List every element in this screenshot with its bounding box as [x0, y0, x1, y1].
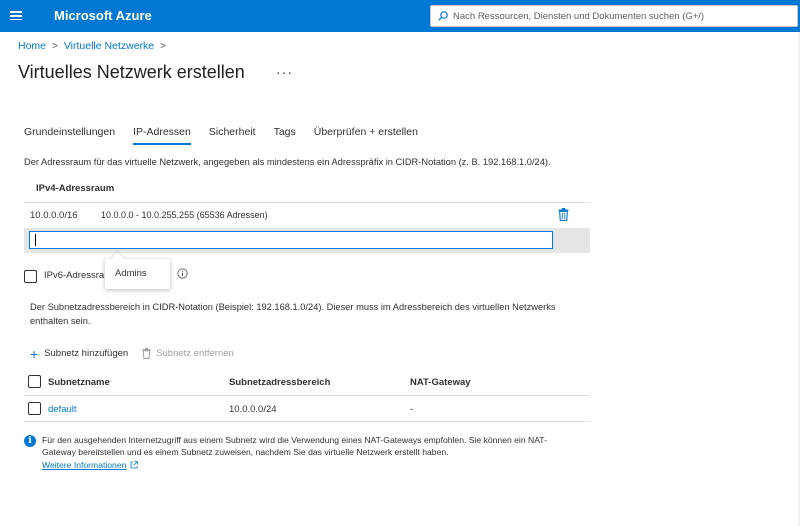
top-bar: Microsoft Azure	[0, 0, 800, 32]
column-header-nat-gateway[interactable]: NAT-Gateway	[410, 377, 471, 388]
ipv6-label: IPv6-Adressra	[44, 270, 105, 281]
ipv4-address-range: 10.0.0.0 - 10.0.255.255 (65536 Adressen)	[101, 210, 268, 220]
tab-bar: Grundeinstellungen IP-Adressen Sicherhei…	[24, 126, 436, 145]
search-icon	[438, 11, 448, 21]
breadcrumb: Home > Virtuelle Netzwerke >	[18, 40, 172, 52]
row-checkbox[interactable]	[28, 402, 41, 415]
more-options-button[interactable]: ···	[276, 64, 293, 80]
breadcrumb-separator: >	[52, 40, 58, 52]
subnet-name-link[interactable]: default	[48, 404, 77, 415]
remove-subnet-label: Subnetz entfernen	[156, 348, 234, 359]
address-space-description: Der Adressraum für das virtuelle Netzwer…	[24, 157, 551, 167]
ipv4-address-row: 10.0.0.0/16 10.0.0.0 - 10.0.255.255 (655…	[24, 203, 590, 228]
add-subnet-button[interactable]: + Subnetz hinzufügen	[30, 345, 129, 362]
tab-review-create[interactable]: Überprüfen + erstellen	[314, 126, 418, 145]
plus-icon: +	[30, 345, 39, 362]
hamburger-menu-icon[interactable]	[10, 9, 24, 23]
column-header-subnet-range[interactable]: Subnetzadressbereich	[229, 377, 330, 388]
learn-more-link[interactable]: Weitere Informationen	[42, 460, 126, 470]
new-address-row	[24, 228, 590, 253]
external-link-icon	[130, 461, 139, 469]
breadcrumb-virtual-networks[interactable]: Virtuelle Netzwerke	[64, 40, 154, 52]
nat-gateway-value: -	[410, 404, 414, 415]
breadcrumb-separator: >	[160, 40, 166, 52]
banner-text: Für den ausgehenden Internetzugriff aus …	[42, 434, 572, 471]
new-address-input[interactable]	[29, 231, 553, 249]
divider	[24, 395, 590, 396]
subnet-description: Der Subnetzadressbereich in CIDR-Notatio…	[30, 302, 556, 326]
page-title: Virtuelles Netzwerk erstellen	[18, 62, 245, 82]
ipv4-address-space-header: IPv4-Adressraum	[36, 183, 115, 194]
trash-icon	[142, 348, 151, 359]
tab-ip-addresses[interactable]: IP-Adressen	[133, 126, 191, 145]
breadcrumb-home[interactable]: Home	[18, 40, 46, 52]
select-all-checkbox[interactable]	[28, 375, 41, 388]
divider	[24, 421, 590, 422]
tab-basics[interactable]: Grundeinstellungen	[24, 126, 115, 145]
delete-address-icon[interactable]	[558, 208, 569, 221]
search-input[interactable]	[453, 7, 793, 25]
global-search-box[interactable]	[430, 5, 798, 27]
subnet-toolbar: + Subnetz hinzufügen Subnetz entfernen	[30, 345, 248, 362]
info-filled-icon: i	[24, 435, 36, 447]
info-icon[interactable]	[177, 268, 188, 279]
column-header-subnet-name[interactable]: Subnetzname	[48, 377, 110, 388]
ipv4-address-value: 10.0.0.0/16	[30, 210, 78, 221]
ipv6-checkbox[interactable]	[24, 270, 37, 283]
brand-title[interactable]: Microsoft Azure	[54, 8, 152, 23]
subnet-range-value: 10.0.0.0/24	[229, 404, 277, 415]
add-subnet-label: Subnetz hinzufügen	[44, 348, 129, 359]
tab-security[interactable]: Sicherheit	[209, 126, 256, 145]
banner-message: Für den ausgehenden Internetzugriff aus …	[42, 435, 547, 458]
tab-tags[interactable]: Tags	[274, 126, 296, 145]
text-cursor	[35, 234, 36, 246]
tooltip-popup: Admins	[105, 259, 170, 289]
remove-subnet-button[interactable]: Subnetz entfernen	[142, 348, 234, 359]
